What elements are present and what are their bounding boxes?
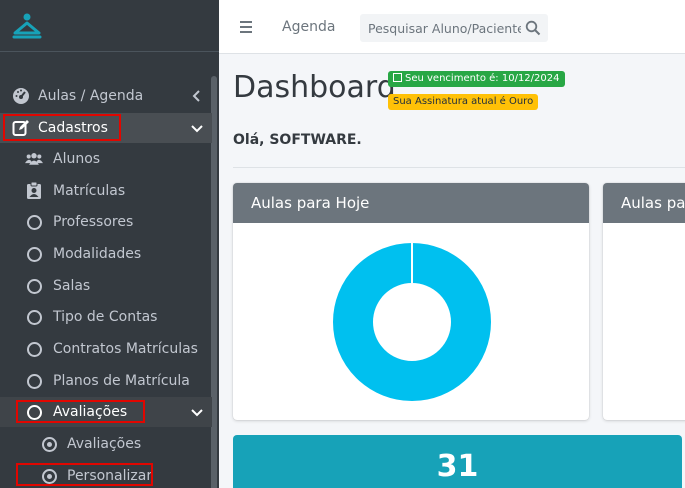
page-title: Dashboard bbox=[233, 70, 396, 105]
sidebar-item-label: Contratos Matrículas bbox=[53, 341, 198, 357]
id-badge-icon bbox=[25, 182, 43, 200]
sidebar-item-aulas-agenda[interactable]: Aulas / Agenda bbox=[0, 81, 212, 111]
circle-icon bbox=[25, 213, 43, 231]
card-aulas-hoje: Aulas para Hoje bbox=[233, 183, 589, 420]
sidebar-item-label: Matrículas bbox=[53, 183, 126, 199]
expiry-badge: Seu vencimento é: 10/12/2024 bbox=[388, 71, 565, 87]
sidebar-item-matriculas[interactable]: Matrículas bbox=[0, 176, 212, 206]
chevron-down-icon bbox=[191, 125, 203, 133]
circle-icon bbox=[25, 340, 43, 358]
sidebar-item-tipo-de-contas[interactable]: Tipo de Contas bbox=[0, 302, 212, 332]
hamburger-icon[interactable] bbox=[240, 21, 252, 33]
sidebar-item-label: Planos de Matrícula bbox=[53, 373, 190, 389]
sidebar-item-avaliacoes[interactable]: Avaliações bbox=[0, 429, 212, 459]
highlight-box-cadastros bbox=[3, 114, 121, 141]
sidebar-item-planos-de-matricula[interactable]: Planos de Matrícula bbox=[0, 366, 212, 396]
check-square-icon bbox=[393, 73, 402, 82]
search-input[interactable] bbox=[361, 15, 521, 41]
card-title: Aulas para bbox=[603, 183, 685, 223]
sidebar-item-label: Alunos bbox=[53, 151, 101, 167]
dashboard-gauge-icon bbox=[12, 87, 30, 105]
top-navbar: Agenda bbox=[219, 0, 685, 54]
sidebar-item-professores[interactable]: Professores bbox=[0, 207, 212, 237]
logo-icon bbox=[12, 13, 42, 38]
sidebar-item-label: Tipo de Contas bbox=[53, 309, 158, 325]
users-icon bbox=[25, 150, 43, 168]
circle-icon bbox=[25, 245, 43, 263]
card-title: Aulas para Hoje bbox=[233, 183, 589, 223]
sidebar-item-alunos[interactable]: Alunos bbox=[0, 144, 212, 174]
stat-value: 31 bbox=[436, 449, 479, 484]
dot-circle-icon bbox=[40, 435, 58, 453]
circle-icon bbox=[25, 372, 43, 390]
sidebar-item-label: Modalidades bbox=[53, 246, 142, 262]
circle-icon bbox=[25, 308, 43, 326]
stat-box: 31 bbox=[233, 435, 682, 488]
chevron-down-icon bbox=[191, 409, 203, 417]
sidebar-item-label: Salas bbox=[53, 278, 91, 294]
sidebar-item-salas[interactable]: Salas bbox=[0, 271, 212, 301]
sidebar-item-label: Professores bbox=[53, 214, 134, 230]
sidebar-item-contratos-matriculas[interactable]: Contratos Matrículas bbox=[0, 334, 212, 364]
highlight-box-avaliacoes bbox=[16, 400, 145, 423]
search-icon[interactable] bbox=[525, 20, 541, 36]
greeting-text: Olá, SOFTWARE. bbox=[233, 132, 362, 148]
circle-icon bbox=[25, 277, 43, 295]
sidebar-item-modalidades[interactable]: Modalidades bbox=[0, 239, 212, 269]
plan-badge: Sua Assinatura atual é Ouro bbox=[388, 94, 539, 110]
nav-link-agenda[interactable]: Agenda bbox=[282, 19, 335, 35]
brand-logo[interactable] bbox=[0, 0, 219, 52]
sidebar-item-label: Avaliações bbox=[67, 436, 142, 452]
sidebar-item-label: Aulas / Agenda bbox=[38, 88, 144, 104]
sidebar: Aulas / Agenda Cadastros Alunos Matrícul… bbox=[0, 0, 219, 488]
search-form bbox=[360, 14, 548, 42]
donut-chart bbox=[333, 243, 491, 401]
card-aulas-secondary: Aulas para bbox=[603, 183, 685, 420]
divider bbox=[233, 167, 685, 168]
highlight-box-personalizar bbox=[16, 463, 153, 486]
chevron-left-icon bbox=[192, 90, 200, 102]
